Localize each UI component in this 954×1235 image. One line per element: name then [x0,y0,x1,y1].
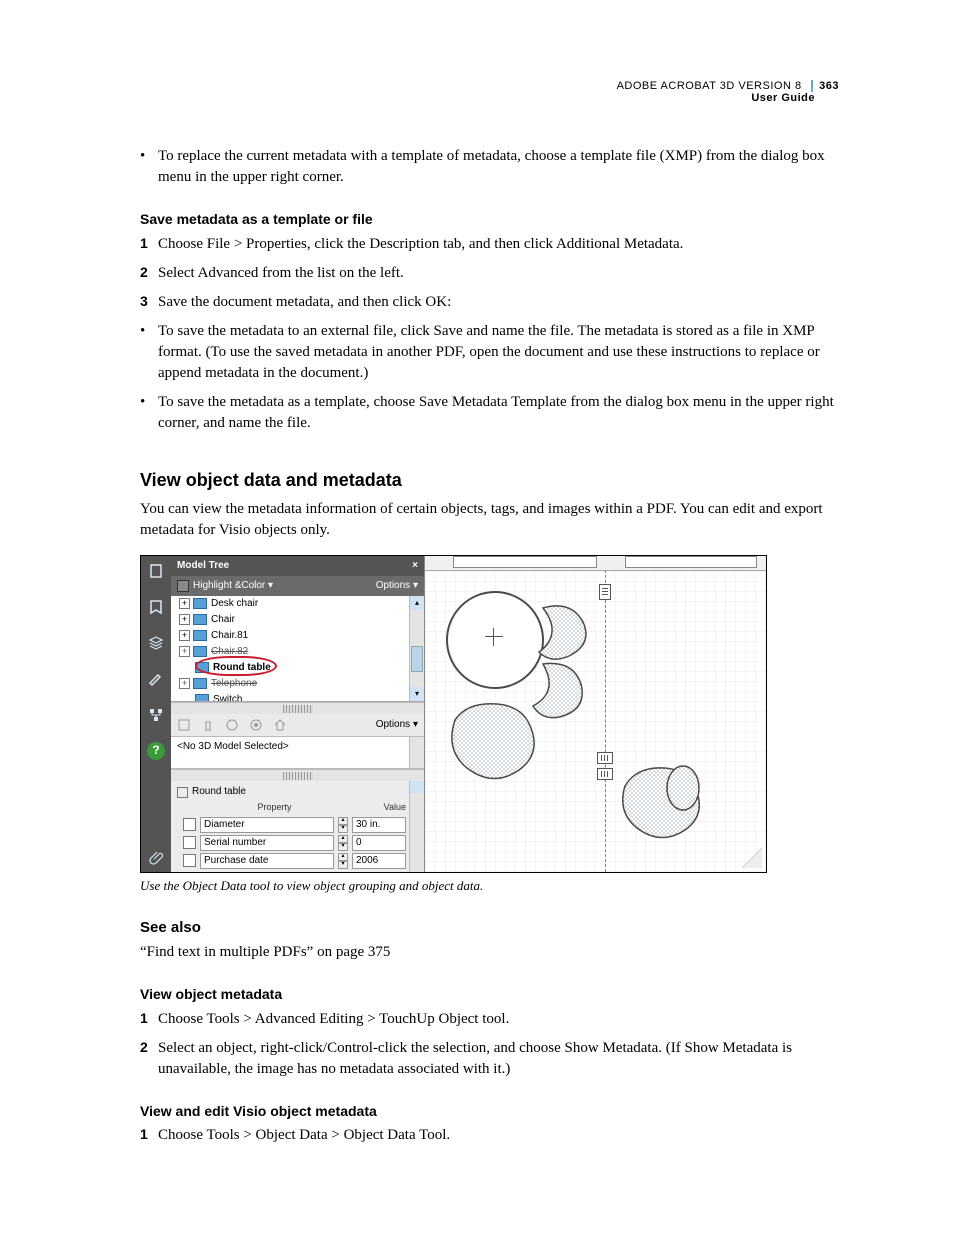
checkbox[interactable] [183,818,196,831]
tree-item[interactable]: Chair.82 [211,646,248,657]
options-dropdown[interactable]: Options [376,718,418,732]
checkbox[interactable] [183,854,196,867]
model-tree[interactable]: +Desk chair +Chair +Chair.81 +Chair.82 R… [171,596,424,702]
property-row: Diameter ▴▾ 30 in. [175,816,420,834]
property-pane: Round table Property Value Diameter ▴▾ 3… [171,781,424,872]
drawing-canvas[interactable] [425,556,766,872]
section-title-view-object-data: View object data and metadata [140,468,839,493]
pages-icon[interactable] [147,562,165,580]
tree-item-selected[interactable]: Round table [213,662,271,673]
bullet-icon: • [140,146,158,188]
tree-item[interactable]: Switch [213,694,242,702]
bullet-text: To save the metadata to an external file… [158,321,839,384]
highlight-swatch[interactable] [177,580,189,592]
step-number: 2 [140,263,158,284]
spinner[interactable]: ▴▾ [338,853,348,869]
tree-item[interactable]: Chair.81 [211,630,248,641]
section-title-view-object-metadata: View object metadata [140,985,839,1005]
scrollbar-horizontal[interactable] [171,702,424,714]
step-text: Select an object, right-click/Control-cl… [158,1038,839,1080]
tool-icon[interactable] [177,718,191,732]
ruler-horizontal [425,556,766,571]
model-tree-icon[interactable] [147,706,165,724]
no-selection-label: <No 3D Model Selected> [177,741,289,752]
signatures-icon[interactable] [147,670,165,688]
column-header-property: Property [203,801,346,814]
model-tree-panel: Model Tree × Highlight &Color Options +D… [171,556,425,872]
property-name[interactable]: Diameter [200,817,334,833]
step-text: Select Advanced from the list on the lef… [158,263,839,284]
spinner[interactable]: ▴▾ [338,817,348,833]
guide-name: User Guide [140,92,815,104]
tool-icon[interactable] [225,718,239,732]
close-icon[interactable]: × [412,559,418,573]
tree-item[interactable]: Desk chair [211,598,258,609]
intro-bullet: To replace the current metadata with a t… [158,146,839,188]
property-row: Purchase date ▴▾ 2006 [175,852,420,870]
see-also-link[interactable]: “Find text in multiple PDFs” on page 375 [140,942,839,963]
tree-item[interactable]: Chair [211,614,235,625]
bullet-text: To save the metadata as a template, choo… [158,392,839,434]
property-value[interactable]: 0 [352,835,406,851]
page-number: 363 [811,80,839,92]
bookmarks-icon[interactable] [147,598,165,616]
section-intro: You can view the metadata information of… [140,499,839,541]
section-title-save-metadata: Save metadata as a template or file [140,210,839,230]
step-number: 1 [140,1125,158,1146]
scrollbar-vertical[interactable] [409,737,424,768]
scrollbar-vertical[interactable]: ▴▾ [409,596,424,701]
nav-toolstrip: ? [141,556,171,872]
tool-icon[interactable] [249,718,263,732]
step-text: Save the document metadata, and then cli… [158,292,839,313]
scrollbar-horizontal[interactable] [171,769,424,781]
screenshot-object-data-tool: ? Model Tree × Highlight &Color Options [140,555,767,873]
panel-title: Model Tree [177,559,229,573]
property-object-name: Round table [192,785,246,799]
step-text: Choose Tools > Object Data > Object Data… [158,1125,839,1146]
step-number: 1 [140,234,158,255]
page-header: ADOBE ACROBAT 3D VERSION 8 363 User Guid… [140,80,839,104]
options-dropdown[interactable]: Options [376,579,418,593]
property-value[interactable]: 2006 [352,853,406,869]
spinner[interactable]: ▴▾ [338,835,348,851]
step-number: 1 [140,1009,158,1030]
section-title-see-also: See also [140,917,839,938]
column-header-value: Value [346,801,406,814]
step-text: Choose File > Properties, click the Desc… [158,234,839,255]
section-title-visio-metadata: View and edit Visio object metadata [140,1102,839,1122]
scrollbar-vertical[interactable] [409,781,424,872]
property-name[interactable]: Serial number [200,835,334,851]
drawing-shapes [425,570,765,870]
property-name[interactable]: Purchase date [200,853,334,869]
home-icon[interactable] [273,718,287,732]
checkbox[interactable] [183,836,196,849]
highlight-color-dropdown[interactable]: Highlight &Color [193,579,273,593]
step-number: 3 [140,292,158,313]
attachments-icon[interactable] [147,848,165,866]
step-number: 2 [140,1038,158,1080]
property-value[interactable]: 30 in. [352,817,406,833]
page-corner-icon [742,848,762,868]
property-row: Serial number ▴▾ 0 [175,834,420,852]
bullet-icon: • [140,321,158,384]
tool-icon[interactable] [201,718,215,732]
tree-item[interactable]: Telephone [211,678,257,689]
crosshair-icon [485,628,503,646]
step-text: Choose Tools > Advanced Editing > TouchU… [158,1009,839,1030]
figure-caption: Use the Object Data tool to view object … [140,877,839,895]
help-icon[interactable]: ? [147,742,165,760]
product-name: ADOBE ACROBAT 3D VERSION 8 [617,80,802,92]
bullet-icon: • [140,392,158,434]
layers-icon[interactable] [147,634,165,652]
